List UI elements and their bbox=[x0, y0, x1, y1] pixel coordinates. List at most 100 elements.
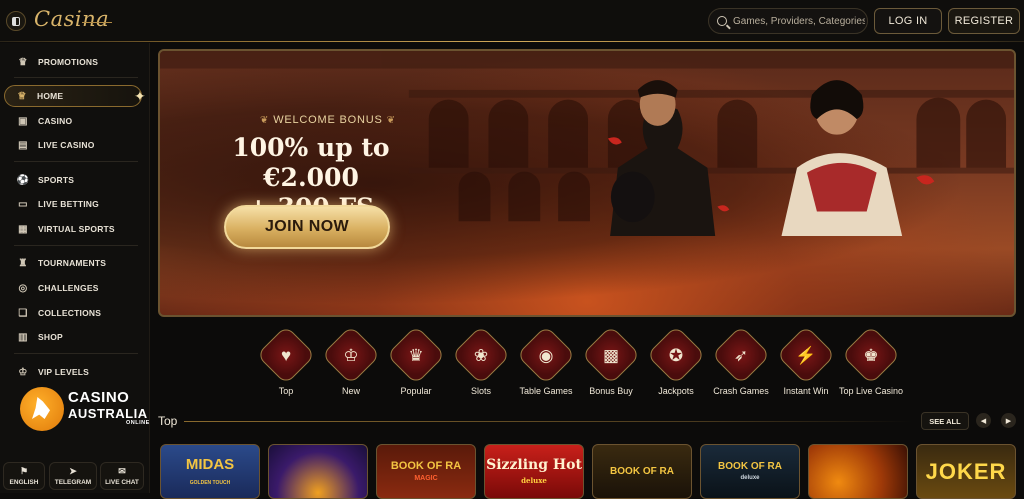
jackpots-icon: ✪ bbox=[668, 346, 684, 365]
join-now-button[interactable]: JOIN NOW bbox=[224, 205, 390, 249]
category-crash-games[interactable]: ➶ Crash Games bbox=[707, 325, 775, 414]
welcome-bonus-label: ❦ WELCOME BONUS ❦ bbox=[256, 114, 400, 126]
instant-win-icon: ⚡ bbox=[795, 346, 817, 365]
top-icon: ♥ bbox=[280, 346, 292, 365]
chat-icon: ✉ bbox=[118, 466, 126, 476]
game-subtitle: MAGIC bbox=[414, 474, 438, 482]
brand-line-3: ONLINE bbox=[126, 420, 150, 426]
crash-games-icon: ➶ bbox=[733, 346, 749, 365]
sidebar-item-promotions[interactable]: ♛ PROMOTIONS bbox=[6, 52, 142, 72]
flag-icon: ⚑ bbox=[19, 466, 29, 476]
live-chat-label: LIVE CHAT bbox=[105, 479, 139, 486]
game-title: MIDAS bbox=[185, 455, 235, 473]
game-title: BOOK OF RA bbox=[718, 460, 782, 472]
bonus-buy-icon: ▩ bbox=[602, 346, 620, 365]
login-button[interactable]: LOG IN bbox=[874, 8, 942, 34]
category-slots[interactable]: ❀ Slots bbox=[447, 325, 515, 414]
see-all-button[interactable]: SEE ALL bbox=[921, 412, 969, 430]
game-tile[interactable]: BOOK OF RA MAGIC bbox=[376, 444, 476, 499]
sidebar-item-challenges[interactable]: ◎ CHALLENGES bbox=[6, 278, 142, 298]
casino-australia-logo: CASINO AUSTRALIA ONLINE bbox=[20, 387, 150, 443]
language-label: ENGLISH bbox=[9, 479, 39, 486]
welcome-text: WELCOME BONUS bbox=[273, 114, 383, 126]
category-label: Slots bbox=[470, 386, 491, 396]
game-title: BOOK OF RA bbox=[610, 465, 674, 477]
sidebar-item-collections[interactable]: ❏ COLLECTIONS bbox=[6, 303, 142, 323]
collection-icon: ❏ bbox=[18, 307, 28, 319]
shop-icon: ▥ bbox=[18, 331, 28, 343]
category-table-games[interactable]: ◉ Table Games bbox=[512, 325, 580, 414]
category-new[interactable]: ♔ New bbox=[317, 325, 385, 414]
game-tile[interactable]: BOOK OF RA bbox=[592, 444, 692, 499]
category-jackpots[interactable]: ✪ Jackpots bbox=[642, 325, 710, 414]
sidebar-item-label: COLLECTIONS bbox=[38, 308, 102, 318]
category-label: Top bbox=[278, 386, 294, 396]
sidebar-divider bbox=[14, 161, 138, 162]
language-button[interactable]: ⚑ ENGLISH bbox=[3, 462, 45, 490]
prev-arrow-icon[interactable]: ◀ bbox=[976, 413, 991, 428]
dancer-figure bbox=[781, 80, 903, 236]
new-icon: ♔ bbox=[343, 346, 359, 365]
sidebar-item-shop[interactable]: ▥ SHOP bbox=[6, 327, 142, 347]
register-button[interactable]: REGISTER bbox=[948, 8, 1020, 34]
logo-underline bbox=[82, 22, 112, 23]
game-title: JOKER bbox=[925, 458, 1007, 484]
sidebar-item-label: VIRTUAL SPORTS bbox=[38, 224, 115, 234]
sidebar-icon bbox=[12, 16, 20, 26]
kangaroo-icon bbox=[20, 387, 64, 431]
top-live-casino-icon: ♚ bbox=[863, 346, 879, 365]
live-chat-button[interactable]: ✉ LIVE CHAT bbox=[100, 462, 144, 490]
sidebar-item-label: CHALLENGES bbox=[38, 283, 99, 293]
sidebar-item-home[interactable]: ♕ HOME bbox=[4, 85, 142, 107]
telegram-button[interactable]: ➤ TELEGRAM bbox=[49, 462, 97, 490]
game-tile[interactable]: JOKER bbox=[916, 444, 1016, 499]
sidebar-item-live-betting[interactable]: ▭ LIVE BETTING bbox=[6, 194, 142, 214]
game-tile[interactable]: BOOK OF RA deluxe bbox=[700, 444, 800, 499]
section-divider bbox=[184, 421, 912, 422]
brand-line-1: CASINO bbox=[68, 389, 130, 406]
sidebar-item-virtual-sports[interactable]: ▦ VIRTUAL SPORTS bbox=[6, 219, 142, 239]
category-label: New bbox=[341, 386, 360, 396]
category-top-live-casino[interactable]: ♚ Top Live Casino bbox=[837, 325, 905, 414]
sidebar-item-casino[interactable]: ▣ CASINO bbox=[6, 111, 142, 131]
section-title-top: Top bbox=[158, 414, 178, 428]
game-tile[interactable]: MIDAS GOLDEN TOUCH bbox=[160, 444, 260, 499]
sidebar-divider bbox=[14, 245, 138, 246]
soccer-ball-icon: ⚽ bbox=[16, 174, 30, 186]
sidebar-item-live-casino[interactable]: ▤ LIVE CASINO bbox=[6, 135, 142, 155]
game-tile[interactable] bbox=[808, 444, 908, 499]
sidebar-item-vip-levels[interactable]: ♔ VIP LEVELS bbox=[6, 362, 142, 382]
category-label: Top Live Casino bbox=[838, 386, 904, 396]
next-arrow-icon[interactable]: ▶ bbox=[1001, 413, 1016, 428]
sidebar-item-label: CASINO bbox=[38, 116, 73, 126]
category-bonus-buy[interactable]: ▩ Bonus Buy bbox=[577, 325, 645, 414]
game-title: Sizzling Hot bbox=[486, 456, 582, 473]
game-subtitle: deluxe bbox=[521, 475, 547, 485]
sidebar-toggle-button[interactable] bbox=[6, 11, 26, 31]
slots-icon: ❀ bbox=[473, 346, 489, 365]
sidebar-item-tournaments[interactable]: ♜ TOURNAMENTS bbox=[6, 253, 142, 273]
sidebar-item-label: SPORTS bbox=[38, 175, 75, 185]
game-tile[interactable] bbox=[268, 444, 368, 499]
sidebar-item-sports[interactable]: ⚽ SPORTS bbox=[6, 170, 142, 190]
sidebar-item-label: SHOP bbox=[38, 332, 63, 342]
welcome-banner[interactable]: ❦WELCOME BONUS❦ 100% up to €2.000 + 300 … bbox=[158, 49, 1016, 317]
search-box[interactable] bbox=[708, 8, 868, 34]
category-instant-win[interactable]: ⚡ Instant Win bbox=[772, 325, 840, 414]
category-label: Popular bbox=[400, 386, 432, 396]
sidebar-item-label: LIVE CASINO bbox=[38, 140, 95, 150]
site-logo[interactable]: Casina bbox=[34, 7, 109, 31]
popular-icon: ♛ bbox=[408, 346, 424, 365]
category-popular[interactable]: ♛ Popular bbox=[382, 325, 450, 414]
game-title: BOOK OF RA bbox=[390, 459, 462, 472]
ornament-icon: ❦ bbox=[260, 115, 270, 126]
sparkle-icon: ✦ bbox=[134, 88, 146, 104]
trophy-icon: ♜ bbox=[18, 257, 28, 269]
monitor-icon: ▦ bbox=[18, 223, 28, 235]
live-casino-icon: ▤ bbox=[18, 139, 28, 151]
category-top[interactable]: ♥ Top bbox=[252, 325, 320, 414]
game-tile[interactable]: Sizzling Hot deluxe bbox=[484, 444, 584, 499]
search-input[interactable] bbox=[733, 15, 865, 27]
category-label: Table Games bbox=[519, 386, 573, 396]
table-games-icon: ◉ bbox=[538, 346, 554, 365]
